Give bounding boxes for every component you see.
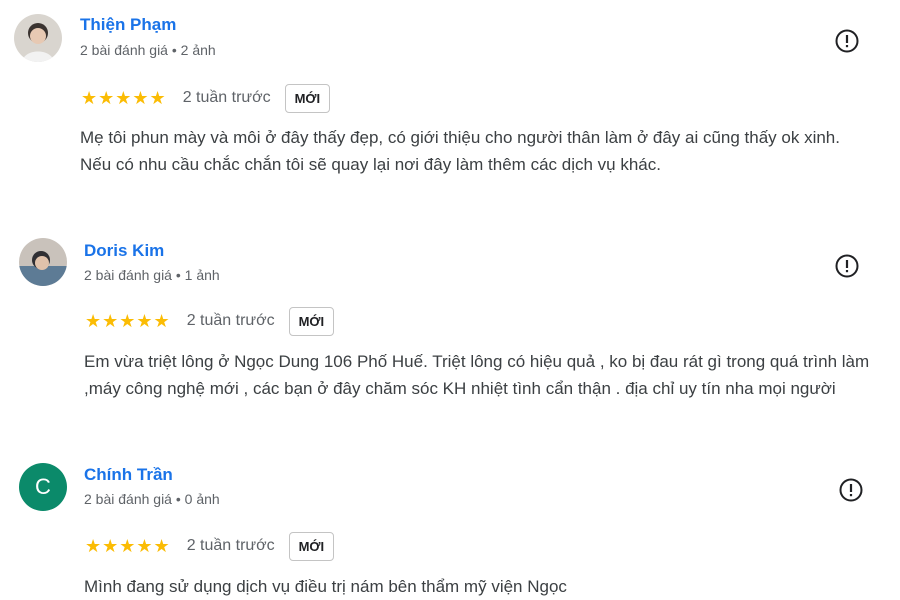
star-rating: ★★★★★ — [85, 310, 171, 332]
new-badge: MỚI — [288, 531, 335, 561]
review-text: Em vừa triệt lông ở Ngọc Dung 106 Phố Hu… — [84, 348, 876, 402]
report-icon[interactable] — [834, 28, 860, 54]
report-icon[interactable] — [838, 477, 864, 503]
star-rating: ★★★★★ — [81, 87, 167, 109]
reviewer-meta: 2 bài đánh giá • 1 ảnh — [84, 267, 220, 283]
review-time: 2 tuần trước — [186, 537, 275, 554]
reviewer-name[interactable]: Doris Kim — [84, 241, 164, 261]
rating-row: ★★★★★ 2 tuần trước MỚI — [85, 530, 335, 562]
review-text-line: Mẹ tôi phun mày và môi ở đây thấy đẹp, c… — [80, 128, 840, 147]
review-text: Mình đang sử dụng dịch vụ điều trị nám b… — [84, 573, 884, 600]
review-text-line: Mình đang sử dụng dịch vụ điều trị nám b… — [84, 577, 567, 596]
review-time: 2 tuần trước — [186, 312, 275, 329]
report-icon[interactable] — [834, 253, 860, 279]
rating-row: ★★★★★ 2 tuần trước MỚI — [85, 305, 335, 337]
reviewer-meta: 2 bài đánh giá • 0 ảnh — [84, 491, 220, 507]
rating-row: ★★★★★ 2 tuần trước MỚI — [81, 82, 331, 114]
review-text-line: Em vừa triệt lông ở Ngọc Dung 106 Phố Hu… — [84, 352, 870, 398]
reviews-list: Thiện Phạm 2 bài đánh giá • 2 ảnh ★★★★★ … — [0, 0, 900, 600]
review-text: Mẹ tôi phun mày và môi ở đây thấy đẹp, c… — [80, 124, 880, 178]
review-text-line: Nếu có nhu cầu chắc chắn tôi sẽ quay lại… — [80, 155, 661, 174]
avatar[interactable] — [19, 238, 67, 286]
avatar[interactable]: C — [19, 463, 67, 511]
reviewer-name[interactable]: Thiện Phạm — [80, 15, 176, 35]
reviewer-name[interactable]: Chính Trần — [84, 465, 173, 485]
star-rating: ★★★★★ — [85, 535, 171, 557]
new-badge: MỚI — [284, 83, 331, 113]
new-badge: MỚI — [288, 306, 335, 336]
review-time: 2 tuần trước — [182, 89, 271, 106]
reviewer-meta: 2 bài đánh giá • 2 ảnh — [80, 42, 216, 58]
avatar[interactable] — [14, 14, 62, 62]
